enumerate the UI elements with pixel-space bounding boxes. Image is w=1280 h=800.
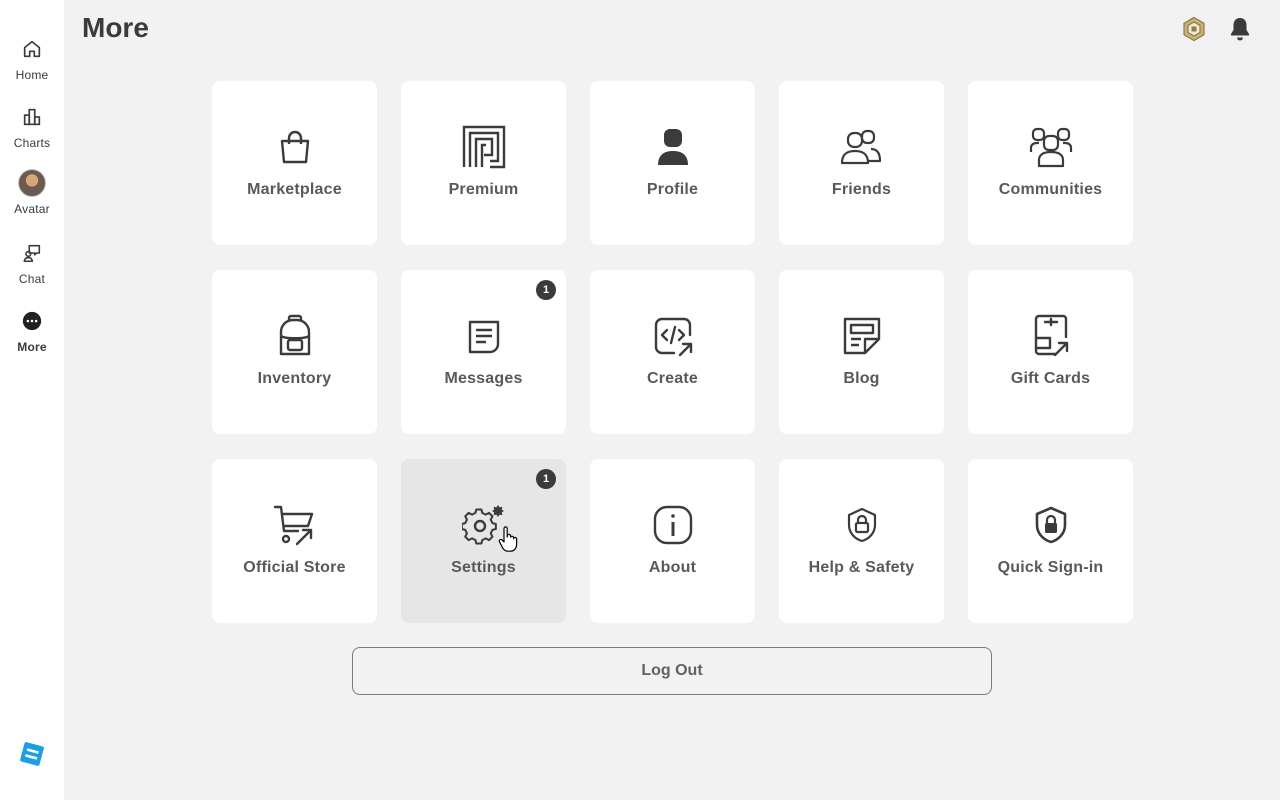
log-out-button[interactable]: Log Out — [352, 647, 992, 695]
tile-premium[interactable]: Premium — [401, 81, 566, 245]
page-title: More — [82, 12, 149, 43]
tile-create[interactable]: Create — [590, 270, 755, 434]
tile-label: Profile — [646, 181, 699, 198]
sidebar-item-label: More — [17, 340, 47, 354]
tile-label: About — [648, 559, 697, 576]
code-icon — [651, 314, 695, 358]
tile-friends[interactable]: Friends — [779, 81, 944, 245]
tile-gift-cards[interactable]: Gift Cards — [968, 270, 1133, 434]
sidebar-item-avatar[interactable]: Avatar — [0, 168, 64, 228]
more-menu-grid: Marketplace Premium Profile Friends Comm… — [212, 81, 1133, 623]
gear-icon — [461, 503, 506, 547]
notification-badge: 1 — [536, 469, 556, 489]
backpack-icon — [273, 314, 317, 358]
home-icon — [17, 34, 47, 64]
tile-label: Gift Cards — [1010, 370, 1091, 387]
tile-label: Messages — [444, 370, 523, 387]
sidebar-item-home[interactable]: Home — [0, 34, 64, 94]
tile-marketplace[interactable]: Marketplace — [212, 81, 377, 245]
tile-messages[interactable]: 1 Messages — [401, 270, 566, 434]
blog-icon — [840, 314, 884, 358]
tile-help-safety[interactable]: Help & Safety — [779, 459, 944, 623]
premium-icon — [462, 125, 506, 169]
tile-profile[interactable]: Profile — [590, 81, 755, 245]
sidebar-item-label: Chat — [18, 272, 46, 286]
sidebar-item-chat[interactable]: Chat — [0, 238, 64, 298]
tile-about[interactable]: About — [590, 459, 755, 623]
tile-label: Marketplace — [247, 181, 342, 198]
charts-icon — [17, 102, 47, 132]
sidebar: Home Charts Avatar Chat More — [0, 0, 64, 800]
gift-card-icon — [1029, 314, 1073, 358]
tile-official-store[interactable]: Official Store — [212, 459, 377, 623]
sidebar-item-more[interactable]: More — [0, 306, 64, 366]
tile-inventory[interactable]: Inventory — [212, 270, 377, 434]
chat-icon — [17, 238, 47, 268]
info-icon — [651, 503, 695, 547]
shield-lock-icon — [840, 503, 884, 547]
sidebar-item-label: Avatar — [14, 202, 50, 216]
tile-label: Premium — [448, 181, 519, 198]
bell-icon[interactable] — [1225, 14, 1255, 44]
profile-icon — [651, 125, 695, 169]
message-icon — [462, 314, 506, 358]
sidebar-item-label: Home — [15, 68, 49, 82]
tile-quick-sign-in[interactable]: Quick Sign-in — [968, 459, 1133, 623]
tile-label: Help & Safety — [808, 559, 915, 576]
shopping-bag-icon — [273, 125, 317, 169]
tile-label: Quick Sign-in — [997, 559, 1104, 576]
tile-blog[interactable]: Blog — [779, 270, 944, 434]
notification-badge: 1 — [536, 280, 556, 300]
tile-label: Friends — [831, 181, 892, 198]
tile-label: Create — [646, 370, 698, 387]
tile-label: Blog — [843, 370, 880, 387]
more-icon — [17, 306, 47, 336]
tile-label: Communities — [998, 181, 1103, 198]
shield-lock-filled-icon — [1029, 503, 1073, 547]
sidebar-item-label: Charts — [13, 136, 51, 150]
tile-communities[interactable]: Communities — [968, 81, 1133, 245]
communities-icon — [1029, 125, 1073, 169]
robux-icon[interactable] — [1179, 14, 1209, 44]
sidebar-item-charts[interactable]: Charts — [0, 102, 64, 162]
tile-settings[interactable]: 1 Settings — [401, 459, 566, 623]
tile-label: Inventory — [257, 370, 332, 387]
tile-label: Settings — [451, 559, 516, 576]
cart-icon — [273, 503, 317, 547]
avatar-thumbnail — [17, 168, 47, 198]
roblox-logo[interactable] — [20, 742, 44, 766]
tile-label: Official Store — [243, 559, 346, 576]
friends-icon — [840, 125, 884, 169]
